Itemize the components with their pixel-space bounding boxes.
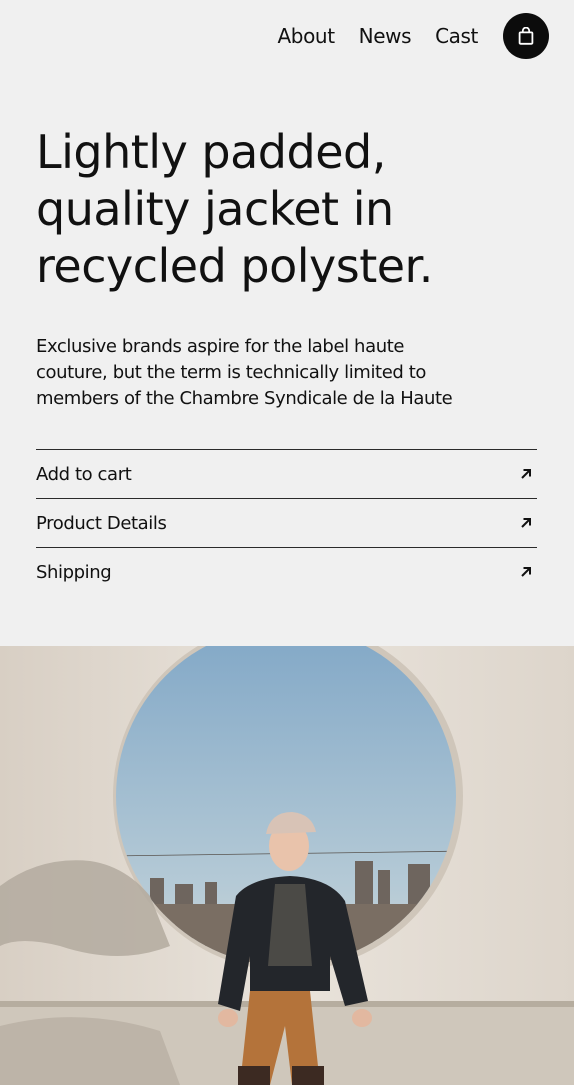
shopping-bag-icon bbox=[518, 27, 534, 45]
description-line: Exclusive brands aspire for the label ha… bbox=[36, 336, 405, 357]
action-label: Product Details bbox=[36, 512, 167, 534]
description-line: couture, but the term is technically lim… bbox=[36, 362, 426, 383]
add-to-cart-row[interactable]: Add to cart bbox=[36, 449, 537, 498]
action-label: Shipping bbox=[36, 561, 112, 583]
product-page: About News Cast Lightly padded, quality … bbox=[0, 0, 574, 1085]
shipping-row[interactable]: Shipping bbox=[36, 547, 537, 596]
product-details-row[interactable]: Product Details bbox=[36, 498, 537, 547]
main-nav: About News Cast bbox=[278, 12, 549, 60]
cart-button[interactable] bbox=[503, 13, 549, 59]
product-title-line: recycled polyster. bbox=[36, 239, 433, 293]
arrow-up-right-icon bbox=[521, 518, 531, 528]
action-label: Add to cart bbox=[36, 463, 132, 485]
nav-link-news[interactable]: News bbox=[359, 12, 412, 60]
product-photo bbox=[0, 646, 574, 1085]
product-actions: Add to cart Product Details Shipping bbox=[36, 449, 537, 596]
description-line: members of the Chambre Syndicale de la H… bbox=[36, 388, 453, 409]
product-title-line: quality jacket in bbox=[36, 182, 394, 236]
photo-illustration bbox=[0, 646, 574, 1085]
product-title-line: Lightly padded, bbox=[36, 125, 386, 179]
arrow-up-right-icon bbox=[521, 469, 531, 479]
nav-link-cast[interactable]: Cast bbox=[435, 12, 478, 60]
nav-link-about[interactable]: About bbox=[278, 12, 336, 60]
product-description: Exclusive brands aspire for the label ha… bbox=[36, 334, 506, 412]
product-title: Lightly padded, quality jacket in recycl… bbox=[36, 124, 546, 295]
arrow-up-right-icon bbox=[521, 567, 531, 577]
